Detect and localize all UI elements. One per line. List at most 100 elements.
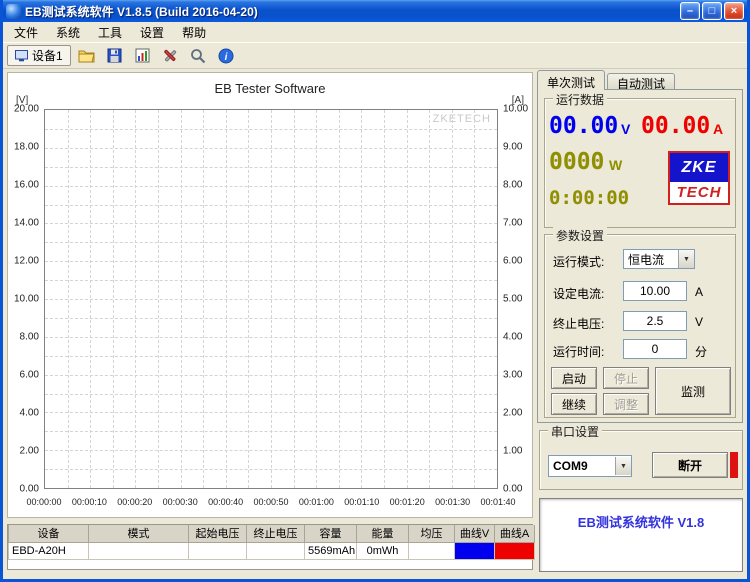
grid-line-h — [45, 242, 497, 243]
y-tick-label: 10.00 — [503, 104, 528, 115]
y-axis-left: 20.0018.0016.0014.0012.0010.008.006.004.… — [8, 109, 42, 489]
open-button[interactable] — [74, 44, 99, 67]
mode-select-value: 恒电流 — [624, 251, 678, 268]
y-tick-label: 2.00 — [503, 408, 522, 419]
run-time-input[interactable] — [623, 339, 687, 359]
y-tick-label: 4.00 — [20, 408, 39, 419]
start-voltage-cell — [189, 542, 247, 559]
tools-button[interactable] — [158, 44, 183, 67]
col-start-voltage: 起始电压 — [189, 525, 247, 542]
menu-tools[interactable]: 工具 — [89, 22, 131, 43]
serial-group-title: 串口设置 — [548, 423, 602, 440]
grid-line-h — [45, 299, 497, 300]
col-energy: 能量 — [357, 525, 409, 542]
grid-line-h — [45, 431, 497, 432]
chart-button[interactable] — [130, 44, 155, 67]
x-tick-label: 00:00:50 — [253, 497, 288, 507]
time-display: 8:88:88 0:00:00 — [549, 189, 629, 208]
start-button[interactable]: 启动 — [551, 367, 597, 389]
y-tick-label: 4.00 — [503, 332, 522, 343]
time-value: 0:00:00 — [549, 187, 629, 209]
x-tick-label: 00:00:40 — [208, 497, 243, 507]
grid-line-h — [45, 356, 497, 357]
tab-panel: 运行数据 88.88 00.00 V 88.88 00.00 A 8888 00… — [537, 89, 743, 423]
run-time-unit: 分 — [695, 343, 707, 360]
disconnect-button[interactable]: 断开 — [652, 452, 728, 478]
close-button[interactable]: × — [724, 2, 744, 20]
grid-line-h — [45, 375, 497, 376]
grid-line-h — [45, 412, 497, 413]
window-title: EB测试系统软件 V1.8.5 (Build 2016-04-20) — [25, 3, 676, 20]
mode-select[interactable]: 恒电流 ▼ — [623, 249, 695, 269]
info-button[interactable]: i — [214, 44, 239, 67]
params-group-title: 参数设置 — [553, 227, 607, 244]
y-tick-label: 9.00 — [503, 142, 522, 153]
y-tick-label: 12.00 — [14, 256, 39, 267]
x-tick-label: 00:00:00 — [26, 497, 61, 507]
logo-tech-text: TECH — [670, 182, 728, 203]
set-current-input[interactable] — [623, 281, 687, 301]
voltage-value: 00.00 — [549, 113, 618, 139]
y-axis-right: 10.009.008.007.006.005.004.003.002.001.0… — [500, 109, 532, 489]
voltage-unit: V — [621, 121, 630, 137]
y-tick-label: 6.00 — [503, 256, 522, 267]
chevron-down-icon[interactable]: ▼ — [678, 250, 694, 268]
table-header-row: 设备 模式 起始电压 终止电压 容量 能量 均压 曲线V 曲线A — [9, 525, 535, 542]
device-button[interactable]: 设备1 — [7, 45, 71, 66]
save-button[interactable] — [102, 44, 127, 67]
col-device: 设备 — [9, 525, 89, 542]
table-row[interactable]: EBD-A20H 5569mAh 0mWh — [9, 542, 535, 559]
cutoff-voltage-label: 终止电压: — [553, 315, 604, 332]
chart-title: EB Tester Software — [8, 81, 532, 96]
monitor-button[interactable]: 监测 — [655, 367, 731, 415]
power-unit: W — [609, 157, 622, 173]
resume-button[interactable]: 继续 — [551, 393, 597, 415]
energy-cell: 0mWh — [357, 542, 409, 559]
grid-line-h — [45, 280, 497, 281]
col-capacity: 容量 — [305, 525, 357, 542]
menubar: 文件 系统 工具 设置 帮助 — [3, 22, 747, 42]
save-icon — [107, 48, 122, 63]
tabstrip: 单次测试 自动测试 — [537, 70, 677, 90]
menu-settings[interactable]: 设置 — [131, 22, 173, 43]
zoom-button[interactable] — [186, 44, 211, 67]
grid-line-h — [45, 186, 497, 187]
voltage-display: 88.88 00.00 — [549, 115, 618, 138]
tab-auto-test[interactable]: 自动测试 — [607, 73, 675, 90]
app-window: EB测试系统软件 V1.8.5 (Build 2016-04-20) – □ ×… — [0, 0, 750, 582]
grid-line-h — [45, 167, 497, 168]
com-port-value: COM9 — [549, 459, 615, 473]
minimize-button[interactable]: – — [680, 2, 700, 20]
adjust-button[interactable]: 调整 — [603, 393, 649, 415]
com-port-select[interactable]: COM9 ▼ — [548, 455, 632, 477]
y-tick-label: 8.00 — [503, 180, 522, 191]
menu-system[interactable]: 系统 — [47, 22, 89, 43]
curve-a-cell[interactable] — [495, 542, 535, 559]
chevron-down-icon[interactable]: ▼ — [615, 457, 631, 475]
cutoff-voltage-input[interactable] — [623, 311, 687, 331]
curve-v-cell[interactable] — [455, 542, 495, 559]
col-avg-voltage: 均压 — [409, 525, 455, 542]
col-mode: 模式 — [89, 525, 189, 542]
y-tick-label: 5.00 — [503, 294, 522, 305]
logo-zke-text: ZKE — [670, 153, 728, 182]
tab-single-test[interactable]: 单次测试 — [537, 70, 605, 90]
x-tick-label: 00:00:20 — [117, 497, 152, 507]
stop-button[interactable]: 停止 — [603, 367, 649, 389]
plot-area: ZKETECH — [44, 109, 498, 489]
titlebar: EB测试系统软件 V1.8.5 (Build 2016-04-20) – □ × — [3, 0, 747, 22]
info-icon: i — [218, 48, 234, 64]
results-table-wrap: 设备 模式 起始电压 终止电压 容量 能量 均压 曲线V 曲线A EBD-A20… — [7, 524, 533, 570]
current-unit: A — [713, 121, 723, 137]
maximize-button[interactable]: □ — [702, 2, 722, 20]
set-current-unit: A — [695, 285, 703, 299]
grid-line-h — [45, 469, 497, 470]
power-value: 0000 — [549, 149, 604, 175]
window-controls: – □ × — [680, 2, 744, 20]
current-display: 88.88 00.00 — [641, 115, 710, 138]
grid-line-h — [45, 261, 497, 262]
menu-help[interactable]: 帮助 — [173, 22, 215, 43]
col-end-voltage: 终止电压 — [247, 525, 305, 542]
menu-file[interactable]: 文件 — [5, 22, 47, 43]
banner: EB测试系统软件 V1.8 — [539, 498, 743, 572]
